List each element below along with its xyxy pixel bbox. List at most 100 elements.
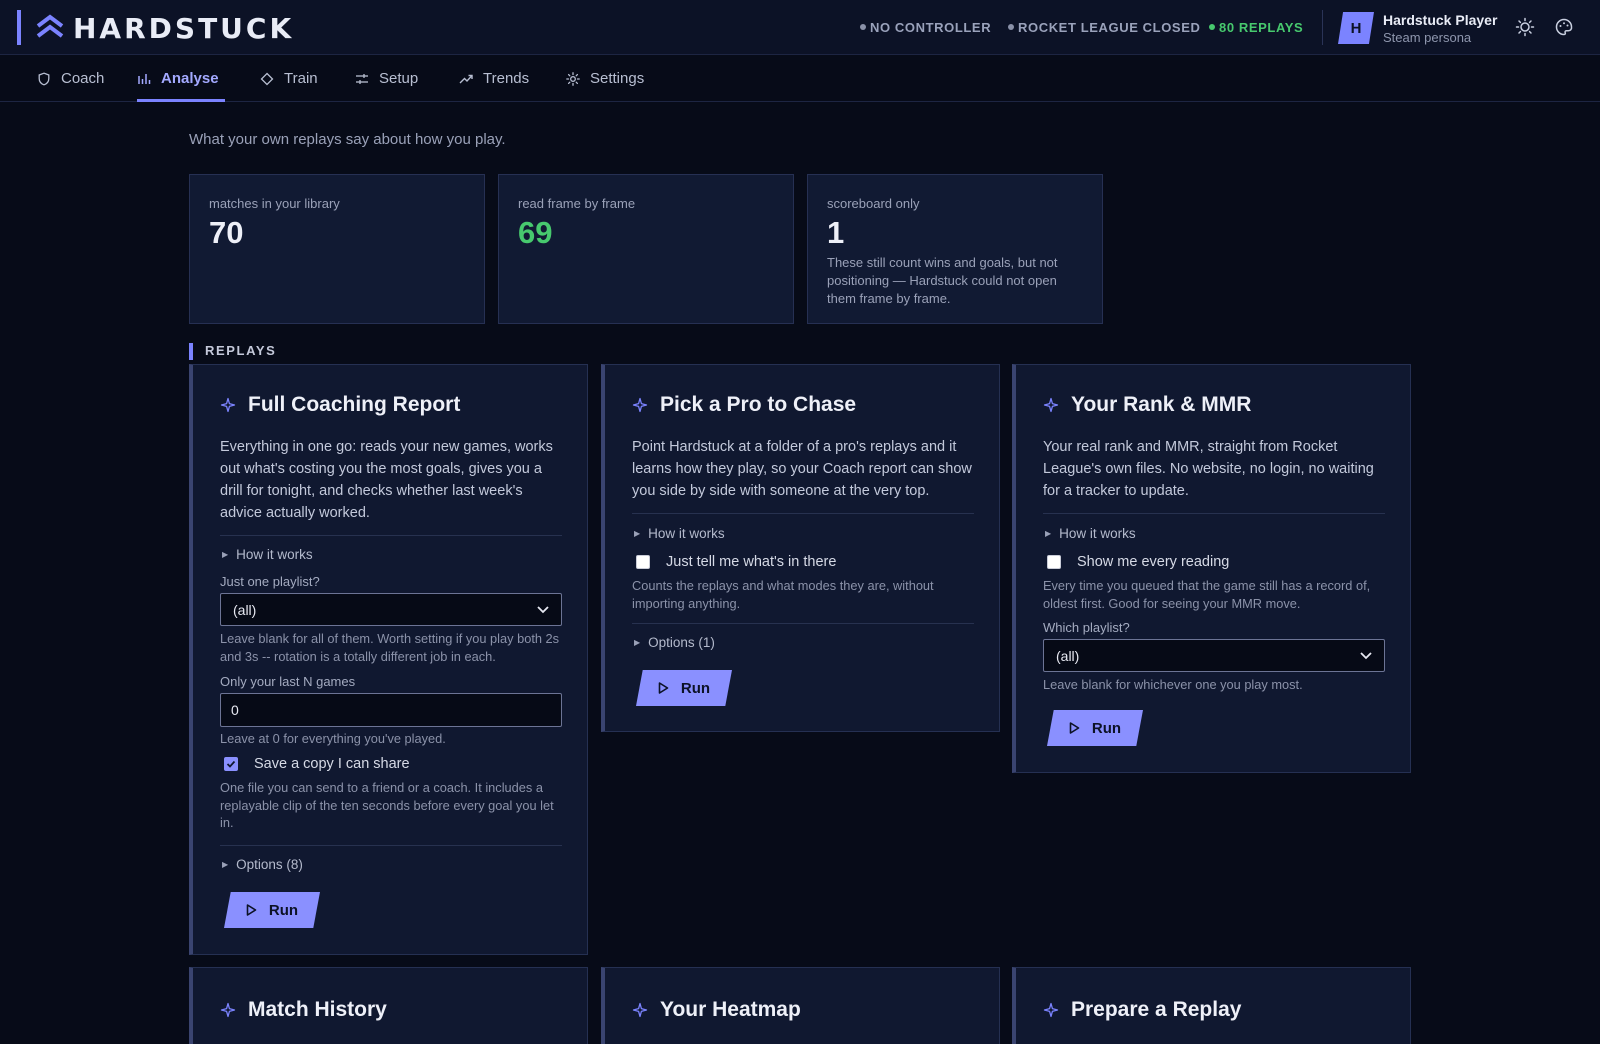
checkbox-label: Just tell me what's in there bbox=[666, 554, 837, 570]
card-match-history: Match History bbox=[189, 967, 588, 1044]
tab-label: Coach bbox=[61, 70, 105, 87]
divider bbox=[220, 535, 562, 536]
checkbox-label: Save a copy I can share bbox=[254, 756, 410, 772]
tab-train[interactable]: Train bbox=[260, 55, 318, 102]
status-label: NO CONTROLLER bbox=[870, 20, 992, 35]
share-checkbox-row[interactable]: Save a copy I can share bbox=[224, 756, 410, 772]
options-toggle[interactable]: ▶ Options (8) bbox=[222, 857, 303, 872]
how-it-works-toggle[interactable]: ▶ How it works bbox=[1045, 526, 1136, 541]
divider bbox=[632, 623, 974, 624]
inspect-checkbox[interactable] bbox=[636, 555, 650, 569]
sparkle-icon bbox=[1043, 397, 1059, 413]
card-title: Pick a Pro to Chase bbox=[632, 393, 856, 417]
card-description: Everything in one go: reads your new gam… bbox=[220, 439, 553, 521]
sparkle-icon bbox=[632, 1002, 648, 1018]
sparkle-icon bbox=[220, 397, 236, 413]
stat-card-scoreboard: scoreboard only 1 These still count wins… bbox=[807, 174, 1103, 324]
disclosure-label: How it works bbox=[648, 526, 725, 541]
status-label: ROCKET LEAGUE CLOSED bbox=[1018, 20, 1201, 35]
every-reading-hint: Every time you queued that the game stil… bbox=[1043, 578, 1371, 611]
playlist-label: Which playlist? bbox=[1043, 620, 1130, 635]
caret-right-icon: ▶ bbox=[634, 529, 641, 538]
status-controller: NO CONTROLLER bbox=[860, 20, 991, 35]
run-label: Run bbox=[1091, 719, 1122, 737]
tab-setup[interactable]: Setup bbox=[355, 55, 418, 102]
tab-coach[interactable]: Coach bbox=[37, 55, 104, 102]
card-prepare-replay: Prepare a Replay bbox=[1012, 967, 1411, 1044]
playlist-select[interactable]: (all) bbox=[220, 593, 562, 626]
card-title-text: Prepare a Replay bbox=[1071, 998, 1242, 1021]
status-dot bbox=[1008, 24, 1014, 30]
select-value: (all) bbox=[233, 601, 257, 618]
divider bbox=[1043, 513, 1385, 514]
page-intro: What your own replays say about how you … bbox=[189, 131, 506, 148]
run-button[interactable]: Run bbox=[1047, 710, 1143, 746]
tab-analyse[interactable]: Analyse bbox=[137, 55, 225, 102]
playlist-hint: Leave blank for whichever one you play m… bbox=[1043, 677, 1303, 692]
share-checkbox[interactable] bbox=[224, 757, 238, 771]
tab-label: Settings bbox=[590, 70, 645, 87]
caret-right-icon: ▶ bbox=[222, 860, 229, 869]
disclosure-label: Options (8) bbox=[236, 857, 303, 872]
tab-label: Setup bbox=[379, 70, 419, 87]
stat-value: 70 bbox=[209, 215, 244, 250]
stat-label: scoreboard only bbox=[827, 196, 920, 211]
run-button[interactable]: Run bbox=[636, 670, 732, 706]
sparkle-icon bbox=[632, 397, 648, 413]
run-button[interactable]: Run bbox=[224, 892, 320, 928]
trend-up-icon bbox=[459, 74, 473, 83]
tab-trends[interactable]: Trends bbox=[459, 55, 529, 102]
brand-logo-icon bbox=[36, 14, 64, 38]
tab-label: Trends bbox=[483, 70, 530, 87]
sparkle-icon bbox=[1043, 1002, 1059, 1018]
section-title-replays: REPLAYS bbox=[189, 343, 276, 360]
lastn-hint: Leave at 0 for everything you've played. bbox=[220, 731, 446, 746]
card-heatmap: Your Heatmap bbox=[601, 967, 1000, 1044]
lastn-label: Only your last N games bbox=[220, 674, 356, 689]
brand-accent-bar bbox=[17, 10, 21, 45]
every-reading-checkbox[interactable] bbox=[1047, 555, 1061, 569]
how-it-works-toggle[interactable]: ▶ How it works bbox=[634, 526, 725, 541]
disclosure-label: How it works bbox=[236, 547, 313, 562]
play-icon bbox=[246, 904, 257, 916]
how-it-works-toggle[interactable]: ▶ How it works bbox=[222, 547, 313, 562]
card-rank-mmr: Your Rank & MMR Your real rank and MMR, … bbox=[1012, 364, 1411, 773]
playlist-select[interactable]: (all) bbox=[1043, 639, 1385, 672]
play-icon bbox=[658, 682, 669, 694]
options-toggle[interactable]: ▶ Options (1) bbox=[634, 635, 715, 650]
tab-label: Analyse bbox=[161, 70, 219, 87]
inspect-checkbox-row[interactable]: Just tell me what's in there bbox=[636, 554, 836, 570]
tab-settings[interactable]: Settings bbox=[566, 55, 644, 102]
inspect-hint: Counts the replays and what modes they a… bbox=[632, 578, 934, 611]
lastn-input[interactable]: 0 bbox=[220, 693, 562, 727]
caret-right-icon: ▶ bbox=[222, 550, 229, 559]
card-title: Your Rank & MMR bbox=[1043, 393, 1251, 417]
stat-value: 69 bbox=[518, 215, 553, 250]
tab-label: Train bbox=[284, 70, 318, 87]
caret-right-icon: ▶ bbox=[634, 638, 641, 647]
main-tabs: Coach Analyse Train Setup Trends Setting… bbox=[0, 55, 1600, 102]
avatar[interactable]: H bbox=[1338, 12, 1374, 44]
playlist-hint: Leave blank for all of them. Worth setti… bbox=[220, 631, 560, 664]
shield-icon bbox=[38, 72, 50, 85]
status-label: 80 REPLAYS bbox=[1219, 20, 1304, 35]
card-title: Your Heatmap bbox=[632, 998, 801, 1022]
sliders-icon bbox=[356, 73, 368, 84]
stat-note: These still count wins and goals, but no… bbox=[827, 255, 1058, 306]
divider bbox=[220, 845, 562, 846]
checkbox-label: Show me every reading bbox=[1077, 554, 1230, 570]
palette-icon[interactable] bbox=[1554, 17, 1574, 37]
stat-label: read frame by frame bbox=[518, 196, 636, 211]
stat-value: 1 bbox=[827, 215, 845, 250]
card-title-text: Your Heatmap bbox=[660, 998, 801, 1021]
chevron-down-icon bbox=[1360, 651, 1372, 659]
status-dot bbox=[860, 24, 866, 30]
sun-icon[interactable] bbox=[1515, 17, 1535, 37]
disclosure-label: How it works bbox=[1059, 526, 1136, 541]
stat-card-frame: read frame by frame 69 bbox=[498, 174, 794, 324]
run-label: Run bbox=[680, 679, 711, 697]
brand-name: HARDSTUCK bbox=[73, 12, 295, 45]
stat-label: matches in your library bbox=[209, 196, 340, 211]
diamond-icon bbox=[260, 72, 274, 85]
every-reading-checkbox-row[interactable]: Show me every reading bbox=[1047, 554, 1229, 570]
